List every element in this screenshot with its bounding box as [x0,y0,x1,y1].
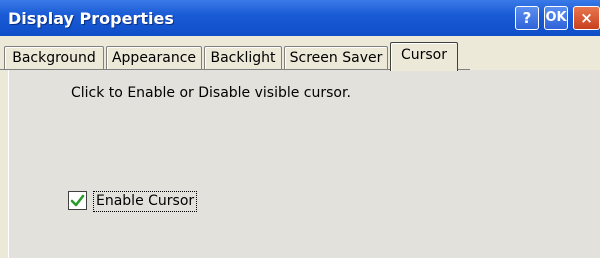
check-mark-icon [70,194,85,207]
enable-cursor-checkbox[interactable] [68,191,87,210]
tab-screen-saver[interactable]: Screen Saver [284,46,388,70]
instruction-text: Click to Enable or Disable visible curso… [71,85,351,101]
ok-button[interactable]: OK [544,6,568,30]
tab-backlight[interactable]: Backlight [204,46,282,70]
enable-cursor-label[interactable]: Enable Cursor [93,191,198,212]
tab-appearance[interactable]: Appearance [106,46,202,70]
close-button[interactable]: × [573,6,600,30]
tab-strip: Background Appearance Backlight Screen S… [0,36,600,71]
tab-cursor[interactable]: Cursor [390,42,458,71]
cursor-tab-panel: Click to Enable or Disable visible curso… [8,70,600,258]
title-bar[interactable]: Display Properties ? OK × [0,0,600,37]
display-properties-window: Display Properties ? OK × Background App… [0,0,600,258]
help-button[interactable]: ? [515,6,539,30]
window-title: Display Properties [8,9,174,28]
tab-background[interactable]: Background [4,46,104,70]
